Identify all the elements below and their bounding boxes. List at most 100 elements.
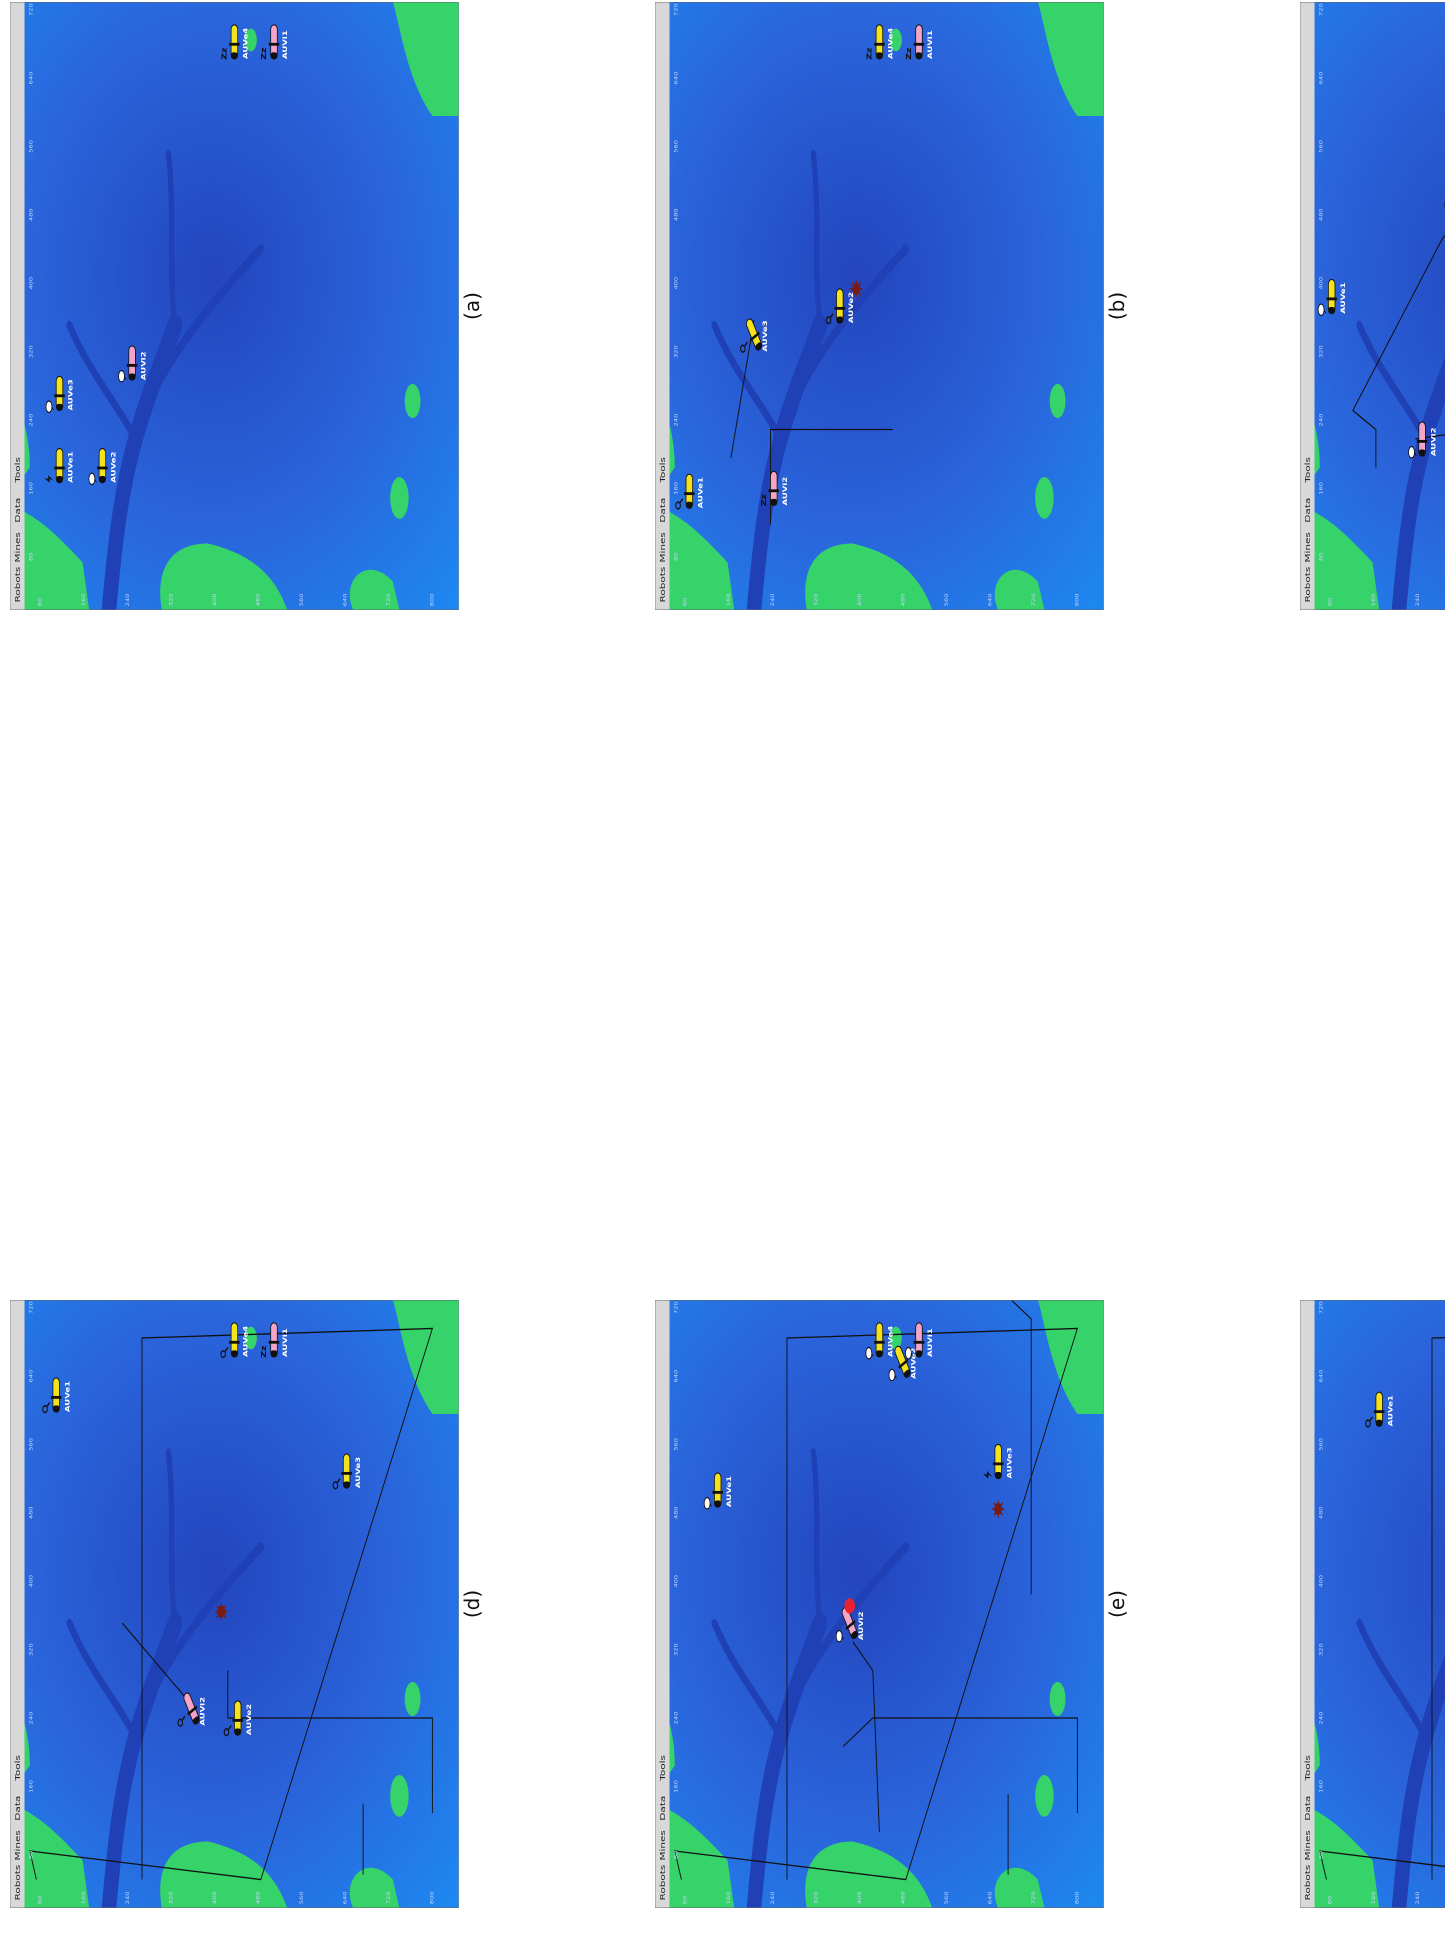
robot-label: AUVi2 bbox=[140, 351, 147, 380]
x-tick-label: 560 bbox=[1319, 140, 1324, 153]
robot-label: AUVe1 bbox=[1387, 1395, 1394, 1426]
robot-label: AUVe3 bbox=[67, 379, 74, 410]
y-tick-label: 240 bbox=[1416, 1891, 1421, 1904]
menu-item-data[interactable]: Data bbox=[659, 1796, 667, 1821]
robot-label: AUVe4 bbox=[887, 1326, 894, 1357]
x-tick-label: 320 bbox=[674, 1643, 679, 1656]
svg-text:Zz: Zz bbox=[260, 47, 268, 60]
robot-label: AUVe1 bbox=[67, 452, 74, 483]
x-tick-label: 320 bbox=[29, 345, 34, 358]
svg-text:Zz: Zz bbox=[260, 1345, 268, 1358]
menu-item-tools[interactable]: Tools bbox=[1304, 457, 1312, 484]
menu-item-robots[interactable]: Robots bbox=[659, 1864, 667, 1900]
y-tick-label: 800 bbox=[430, 1891, 435, 1904]
y-tick-label: 80 bbox=[1328, 597, 1333, 606]
x-tick-label: 80 bbox=[29, 1850, 34, 1859]
robot-label: AUVi2 bbox=[1430, 427, 1437, 456]
menu-item-data[interactable]: Data bbox=[14, 498, 22, 523]
x-tick-label: 240 bbox=[1319, 413, 1324, 426]
x-tick-label: 640 bbox=[674, 71, 679, 84]
y-tick-label: 320 bbox=[814, 1891, 819, 1904]
menu-item-mines[interactable]: Mines bbox=[659, 532, 667, 563]
sleep-icon: Zz bbox=[260, 47, 268, 60]
menu-item-tools[interactable]: Tools bbox=[1304, 1755, 1312, 1782]
menu-item-data[interactable]: Data bbox=[14, 1796, 22, 1821]
x-tick-label: 80 bbox=[674, 1850, 679, 1859]
menu-item-data[interactable]: Data bbox=[1304, 498, 1312, 523]
robot-label: AUVe2 bbox=[110, 452, 117, 483]
y-tick-label: 400 bbox=[858, 593, 863, 606]
menu-item-data[interactable]: Data bbox=[659, 498, 667, 523]
menu-item-tools[interactable]: Tools bbox=[14, 1755, 22, 1782]
water-area bbox=[10, 1299, 459, 1908]
panel-b: AUVe1 AUVe3 Zz AUVi2 AUVe2 Zz AUVe4 Zz AUVi1 Robo… bbox=[655, 1, 1104, 610]
y-tick-label: 800 bbox=[430, 593, 435, 606]
y-tick-label: 800 bbox=[1075, 1891, 1080, 1904]
x-tick-label: 400 bbox=[1319, 276, 1324, 289]
menu-item-mines[interactable]: Mines bbox=[659, 1830, 667, 1861]
menu-item-data[interactable]: Data bbox=[1304, 1796, 1312, 1821]
robot-label: AUVe2 bbox=[847, 292, 854, 323]
panel-label: (d) bbox=[460, 1590, 484, 1618]
y-tick-label: 400 bbox=[213, 1891, 218, 1904]
y-tick-label: 560 bbox=[945, 593, 950, 606]
x-tick-label: 560 bbox=[29, 1438, 34, 1451]
panel-label: (e) bbox=[1105, 1590, 1129, 1618]
x-tick-label: 80 bbox=[674, 552, 679, 561]
svg-text:Zz: Zz bbox=[905, 47, 913, 60]
x-tick-label: 720 bbox=[29, 3, 34, 16]
menu-item-mines[interactable]: Mines bbox=[1304, 532, 1312, 563]
x-tick-label: 480 bbox=[674, 208, 679, 221]
x-tick-label: 320 bbox=[1319, 345, 1324, 358]
x-tick-label: 160 bbox=[674, 1780, 679, 1793]
menu-item-robots[interactable]: Robots bbox=[659, 566, 667, 602]
robot-label: AUVe3 bbox=[1006, 1447, 1013, 1478]
x-tick-label: 240 bbox=[674, 1711, 679, 1724]
x-tick-label: 160 bbox=[29, 482, 34, 495]
x-tick-label: 80 bbox=[1319, 552, 1324, 561]
x-tick-label: 720 bbox=[674, 3, 679, 16]
menu-item-mines[interactable]: Mines bbox=[14, 532, 22, 563]
svg-text:Zz: Zz bbox=[759, 494, 767, 507]
svg-text:Zz: Zz bbox=[220, 47, 228, 60]
robot-label: AUVe2 bbox=[245, 1704, 252, 1735]
y-tick-label: 480 bbox=[256, 593, 261, 606]
menu-item-tools[interactable]: Tools bbox=[659, 1755, 667, 1782]
panel-label: (a) bbox=[460, 292, 484, 320]
x-tick-label: 560 bbox=[674, 140, 679, 153]
menu-item-robots[interactable]: Robots bbox=[14, 1864, 22, 1900]
figure-canvas: AUVe1 AUVe2 AUVe3 AUVi2 Zz AUVe4 Zz AUVi1 Robots… bbox=[10, 1, 1445, 1908]
menu-item-robots[interactable]: Robots bbox=[1304, 1864, 1312, 1900]
menu-item-tools[interactable]: Tools bbox=[14, 457, 22, 484]
x-tick-label: 720 bbox=[1319, 1301, 1324, 1314]
sleep-icon: Zz bbox=[865, 47, 873, 60]
x-tick-label: 320 bbox=[674, 345, 679, 358]
y-tick-label: 400 bbox=[213, 593, 218, 606]
menu-item-tools[interactable]: Tools bbox=[659, 457, 667, 484]
menu-item-robots[interactable]: Robots bbox=[14, 566, 22, 602]
menu-item-mines[interactable]: Mines bbox=[14, 1830, 22, 1861]
y-tick-label: 720 bbox=[387, 593, 392, 606]
x-tick-label: 400 bbox=[674, 276, 679, 289]
x-tick-label: 400 bbox=[1319, 1574, 1324, 1587]
robot-label: AUVi1 bbox=[927, 1328, 934, 1357]
x-tick-label: 720 bbox=[29, 1301, 34, 1314]
y-tick-label: 80 bbox=[38, 597, 43, 606]
menu-item-mines[interactable]: Mines bbox=[1304, 1830, 1312, 1861]
y-tick-label: 320 bbox=[169, 593, 174, 606]
x-tick-label: 240 bbox=[1319, 1711, 1324, 1724]
panel-c: AUVe1AUVi2AUVe3AUVe2AUVe4AUVi1RobotsMine… bbox=[1300, 1, 1445, 610]
x-tick-label: 400 bbox=[29, 276, 34, 289]
water-area bbox=[10, 1, 459, 610]
robot-label: AUVi1 bbox=[282, 30, 289, 59]
robot-label: AUVi2 bbox=[781, 477, 788, 506]
y-tick-label: 480 bbox=[901, 593, 906, 606]
svg-text:Zz: Zz bbox=[865, 47, 873, 60]
menu-item-robots[interactable]: Robots bbox=[1304, 566, 1312, 602]
y-tick-label: 160 bbox=[1372, 593, 1377, 606]
robot-label: AUVe1 bbox=[64, 1381, 71, 1412]
robot-label: AUVi1 bbox=[927, 30, 934, 59]
x-tick-label: 480 bbox=[29, 1506, 34, 1519]
x-tick-label: 480 bbox=[1319, 208, 1324, 221]
y-tick-label: 240 bbox=[771, 1891, 776, 1904]
